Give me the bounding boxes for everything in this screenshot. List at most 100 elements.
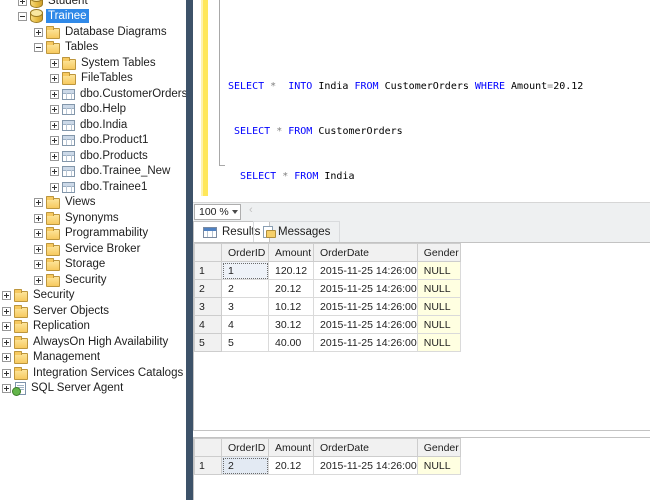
tree-item-database-diagrams[interactable]: Database Diagrams <box>34 24 169 40</box>
tree-item-dbo-india[interactable]: dbo.India <box>50 117 129 133</box>
grid-corner[interactable] <box>195 244 222 262</box>
column-header-amount[interactable]: Amount <box>269 439 314 457</box>
grid-cell[interactable]: 2015-11-25 14:26:00 <box>314 457 418 475</box>
grid-cell[interactable]: 40.00 <box>269 334 314 352</box>
collapse-minus-icon[interactable] <box>18 12 27 21</box>
grid-cell-selected[interactable]: 2 <box>222 457 269 475</box>
editor-zoom-dropdown[interactable]: 100 % <box>194 204 241 220</box>
collapse-minus-icon[interactable] <box>34 43 43 52</box>
grid-cell-null[interactable]: NULL <box>417 316 460 334</box>
expand-plus-icon[interactable] <box>2 338 11 347</box>
expand-plus-icon[interactable] <box>18 0 27 6</box>
grid-cell[interactable]: 30.12 <box>269 316 314 334</box>
grid-cell[interactable]: 2015-11-25 14:26:00 <box>314 316 418 334</box>
tree-item-dbo-customerorders[interactable]: dbo.CustomerOrders <box>50 86 186 102</box>
hscroll-left-arrow-icon[interactable]: ‹ <box>249 204 253 216</box>
tree-item-synonyms[interactable]: Synonyms <box>34 210 121 226</box>
expand-plus-icon[interactable] <box>50 90 59 99</box>
grid-cell[interactable]: 20.12 <box>269 457 314 475</box>
column-header-amount[interactable]: Amount <box>269 244 314 262</box>
expand-plus-icon[interactable] <box>34 229 43 238</box>
sql-code[interactable]: SELECT * INTO India FROM CustomerOrders … <box>228 49 583 214</box>
tree-item-dbo-help[interactable]: dbo.Help <box>50 101 128 117</box>
column-header-orderid[interactable]: OrderID <box>222 244 269 262</box>
tree-item-replication[interactable]: Replication <box>2 318 92 334</box>
tree-item-tables[interactable]: Tables <box>34 39 100 55</box>
column-header-orderdate[interactable]: OrderDate <box>314 244 418 262</box>
grid-cell[interactable]: 4 <box>222 316 269 334</box>
expand-plus-icon[interactable] <box>2 307 11 316</box>
expand-plus-icon[interactable] <box>50 59 59 68</box>
tree-item-integration-services[interactable]: Integration Services Catalogs <box>2 365 185 381</box>
tree-item-dbo-trainee-new[interactable]: dbo.Trainee_New <box>50 163 172 179</box>
expand-plus-icon[interactable] <box>34 28 43 37</box>
expand-plus-icon[interactable] <box>2 322 11 331</box>
grid-cell-null[interactable]: NULL <box>417 457 460 475</box>
expand-plus-icon[interactable] <box>2 369 11 378</box>
tree-item-dbo-trainee1[interactable]: dbo.Trainee1 <box>50 179 149 195</box>
expand-plus-icon[interactable] <box>2 384 11 393</box>
tree-item-views[interactable]: Views <box>34 194 97 210</box>
grid-cell[interactable]: 2 <box>222 280 269 298</box>
expand-plus-icon[interactable] <box>50 152 59 161</box>
grid-cell-null[interactable]: NULL <box>417 298 460 316</box>
expand-plus-icon[interactable] <box>2 291 11 300</box>
grid-cell-null[interactable]: NULL <box>417 280 460 298</box>
column-header-gender[interactable]: Gender <box>417 244 460 262</box>
expand-plus-icon[interactable] <box>50 121 59 130</box>
tree-item-programmability[interactable]: Programmability <box>34 225 150 241</box>
expand-plus-icon[interactable] <box>34 198 43 207</box>
grid-cell[interactable]: 10.12 <box>269 298 314 316</box>
sql-editor[interactable]: SELECT * INTO India FROM CustomerOrders … <box>193 0 650 202</box>
column-header-gender[interactable]: Gender <box>417 439 460 457</box>
column-header-orderid[interactable]: OrderID <box>222 439 269 457</box>
tree-item-security-server[interactable]: Security <box>2 287 77 303</box>
table-icon <box>62 151 75 162</box>
expand-plus-icon[interactable] <box>50 183 59 192</box>
folder-icon <box>46 198 60 209</box>
expand-plus-icon[interactable] <box>50 167 59 176</box>
expand-plus-icon[interactable] <box>34 260 43 269</box>
expand-plus-icon[interactable] <box>50 74 59 83</box>
grid-cell[interactable]: 2015-11-25 14:26:00 <box>314 298 418 316</box>
tree-item-filetables[interactable]: FileTables <box>50 70 135 86</box>
row-number[interactable]: 4 <box>195 316 222 334</box>
tree-item-storage[interactable]: Storage <box>34 256 107 272</box>
row-number[interactable]: 1 <box>195 457 222 475</box>
row-number[interactable]: 3 <box>195 298 222 316</box>
row-number[interactable]: 2 <box>195 280 222 298</box>
row-number[interactable]: 1 <box>195 262 222 280</box>
tree-item-sql-server-agent[interactable]: SQL Server Agent <box>2 380 125 396</box>
grid-corner[interactable] <box>195 439 222 457</box>
expand-plus-icon[interactable] <box>34 276 43 285</box>
grid-cell-null[interactable]: NULL <box>417 262 460 280</box>
expand-plus-icon[interactable] <box>50 136 59 145</box>
grid-cell[interactable]: 3 <box>222 298 269 316</box>
grid-cell[interactable]: 20.12 <box>269 280 314 298</box>
grid-cell[interactable]: 2015-11-25 14:26:00 <box>314 262 418 280</box>
tree-item-management[interactable]: Management <box>2 349 102 365</box>
grid-cell-null[interactable]: NULL <box>417 334 460 352</box>
grid-cell[interactable]: 2015-11-25 14:26:00 <box>314 334 418 352</box>
grid-cell-selected[interactable]: 1 <box>222 262 269 280</box>
expand-plus-icon[interactable] <box>50 105 59 114</box>
expand-plus-icon[interactable] <box>34 214 43 223</box>
expand-plus-icon[interactable] <box>2 353 11 362</box>
chevron-down-icon[interactable] <box>229 205 240 219</box>
tree-item-system-tables[interactable]: System Tables <box>50 55 158 71</box>
tree-item-server-objects[interactable]: Server Objects <box>2 303 111 319</box>
grid-cell[interactable]: 2015-11-25 14:26:00 <box>314 280 418 298</box>
tab-messages[interactable]: Messages <box>253 221 340 242</box>
grid-cell[interactable]: 5 <box>222 334 269 352</box>
grid-cell[interactable]: 120.12 <box>269 262 314 280</box>
expand-plus-icon[interactable] <box>34 245 43 254</box>
tree-item-security-db[interactable]: Security <box>34 272 109 288</box>
tree-item-dbo-product1[interactable]: dbo.Product1 <box>50 132 150 148</box>
tree-item-alwayson[interactable]: AlwaysOn High Availability <box>2 334 170 350</box>
tree-item-dbo-products[interactable]: dbo.Products <box>50 148 150 164</box>
panel-divider[interactable] <box>186 0 193 500</box>
row-number[interactable]: 5 <box>195 334 222 352</box>
tree-item-service-broker[interactable]: Service Broker <box>34 241 142 257</box>
tree-item-trainee[interactable]: Trainee <box>18 8 89 24</box>
column-header-orderdate[interactable]: OrderDate <box>314 439 418 457</box>
